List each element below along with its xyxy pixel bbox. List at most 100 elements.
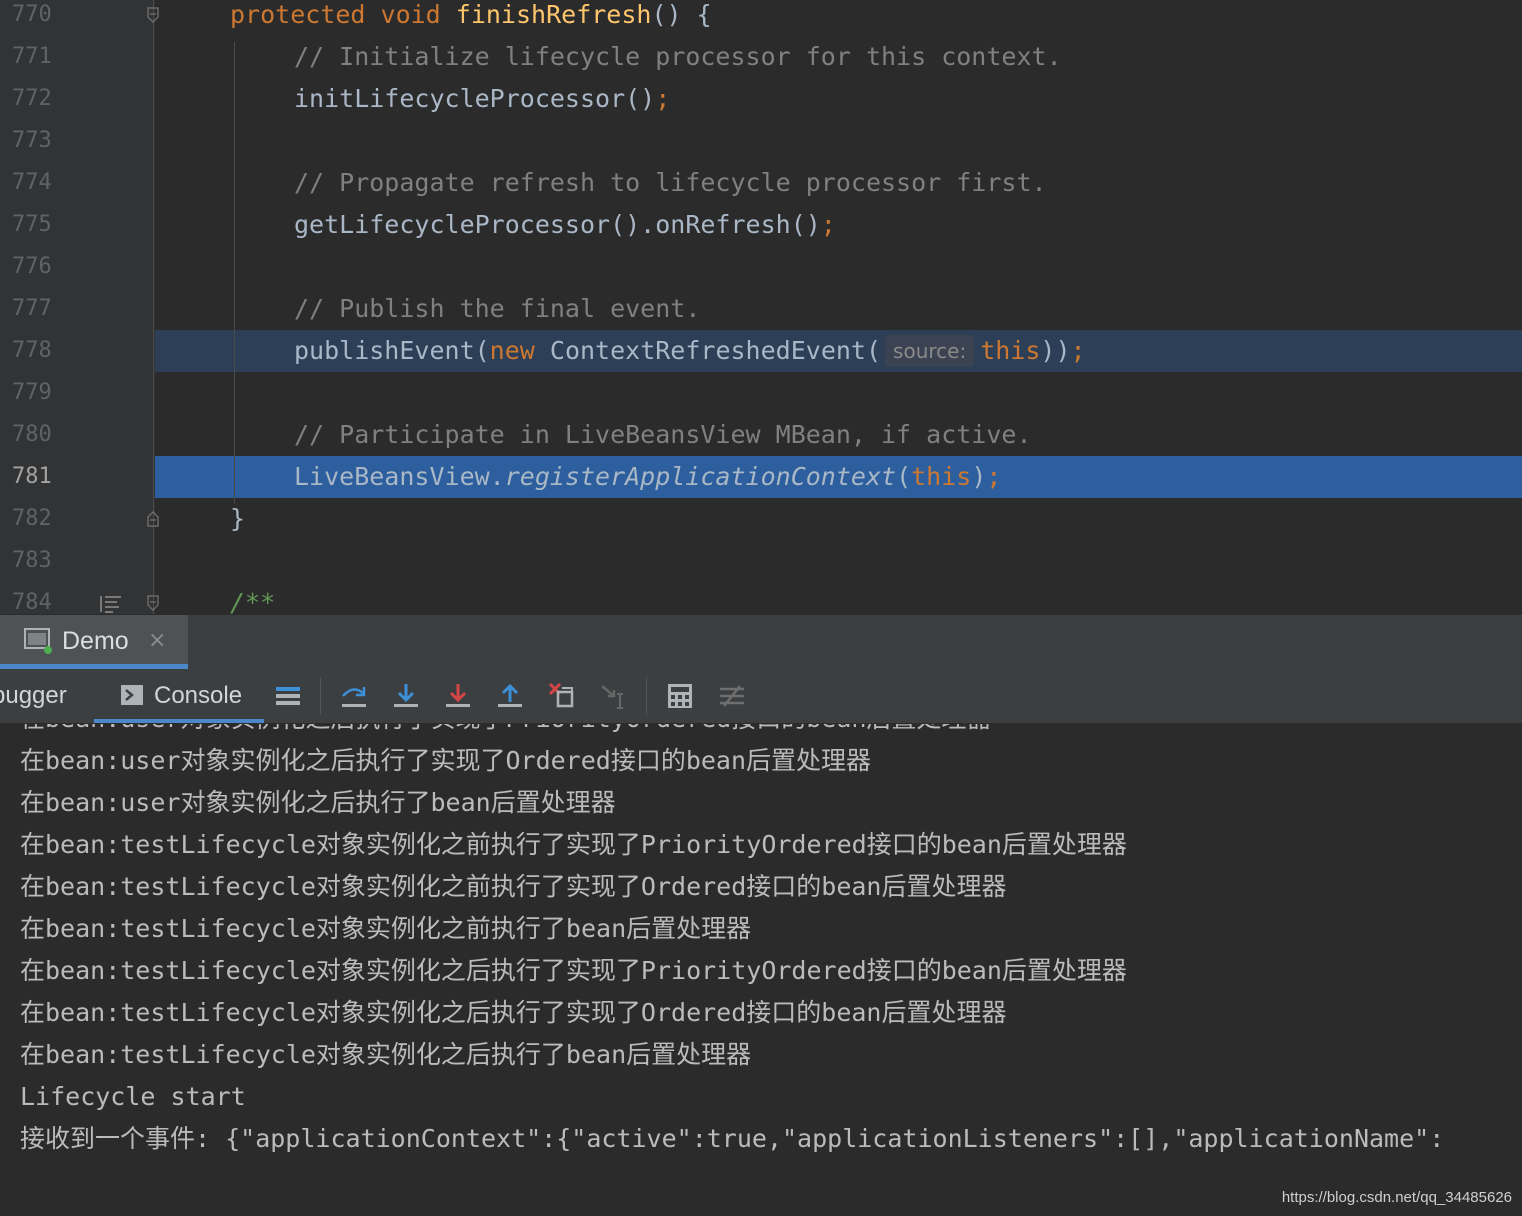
execution-point-line[interactable]: 778 publishEvent(new ContextRefreshedEve… <box>0 330 1522 372</box>
line-number: 771 <box>12 44 52 69</box>
fold-marker-icon[interactable] <box>145 7 161 23</box>
step-over-icon[interactable] <box>340 682 368 710</box>
code-line[interactable]: 780 // Participate in LiveBeansView MBea… <box>0 414 1522 456</box>
line-number: 784 <box>12 590 52 614</box>
console-line: Lifecycle start <box>20 1082 246 1111</box>
tab-demo-label: Demo <box>62 627 129 655</box>
code-token: void <box>380 0 456 29</box>
code-token: ; <box>820 210 836 239</box>
run-to-cursor-icon <box>600 682 628 710</box>
code-token: } <box>230 504 246 533</box>
toolbar-separator <box>320 677 321 715</box>
code-line[interactable]: 775 getLifecycleProcessor().onRefresh(); <box>0 204 1522 246</box>
line-number: 779 <box>12 380 52 405</box>
code-editor[interactable]: 770 protected void finishRefresh() { 771… <box>0 0 1522 614</box>
code-token: publishEvent( <box>294 336 490 365</box>
line-number: 774 <box>12 170 52 195</box>
code-token: // Initialize lifecycle processor for th… <box>294 42 1062 71</box>
evaluate-expression-icon[interactable] <box>666 682 694 710</box>
code-text: // Publish the final event. <box>294 288 700 330</box>
code-token: () { <box>651 0 712 29</box>
code-token: new <box>489 336 550 365</box>
code-token: protected <box>230 0 381 29</box>
line-number: 783 <box>12 548 52 573</box>
code-token: ContextRefreshedEvent( <box>549 336 882 365</box>
code-text: LiveBeansView.registerApplicationContext… <box>294 456 1001 498</box>
console-icon <box>120 673 144 705</box>
line-number: 775 <box>12 212 52 237</box>
line-number: 777 <box>12 296 52 321</box>
run-tab-bar: Demo × <box>0 614 1522 670</box>
code-line[interactable]: 783 <box>0 540 1522 582</box>
indent-guide <box>234 42 235 504</box>
code-token: // Publish the final event. <box>294 294 701 323</box>
active-tab-indicator <box>94 719 264 723</box>
code-token: ; <box>655 84 671 113</box>
code-line[interactable]: 782 } <box>0 498 1522 540</box>
force-step-into-icon[interactable] <box>444 682 472 710</box>
code-token: ( <box>896 462 912 491</box>
code-text: /** <box>230 582 275 614</box>
fold-marker-icon[interactable] <box>145 511 161 527</box>
code-token: ) <box>971 462 987 491</box>
step-out-icon[interactable] <box>496 682 524 710</box>
line-number: 781 <box>12 464 52 489</box>
line-number: 776 <box>12 254 52 279</box>
console-line: 在bean:user对象实例化之后执行了实现了Ordered接口的bean后置处… <box>20 746 872 775</box>
code-line[interactable]: 772 initLifecycleProcessor(); <box>0 78 1522 120</box>
console-line: 在bean:testLifecycle对象实例化之后执行了实现了Priority… <box>20 956 1127 985</box>
render-doc-icon[interactable] <box>98 594 124 614</box>
code-line[interactable]: 773 <box>0 120 1522 162</box>
code-line[interactable]: 784 /** <box>0 582 1522 614</box>
code-text: // Propagate refresh to lifecycle proces… <box>294 162 1047 204</box>
code-token: finishRefresh <box>455 0 652 29</box>
code-text: // Participate in LiveBeansView MBean, i… <box>294 414 1032 456</box>
code-line[interactable]: 779 <box>0 372 1522 414</box>
code-line[interactable]: 771 // Initialize lifecycle processor fo… <box>0 36 1522 78</box>
line-number: 782 <box>12 506 52 531</box>
code-token: ; <box>1070 336 1086 365</box>
code-token: ; <box>986 462 1002 491</box>
line-number: 773 <box>12 128 52 153</box>
code-token: this <box>911 462 972 491</box>
code-line[interactable]: 777 // Publish the final event. <box>0 288 1522 330</box>
code-token: initLifecycleProcessor() <box>294 84 656 113</box>
close-tab-icon[interactable]: × <box>148 615 166 667</box>
line-number: 778 <box>12 338 52 363</box>
code-token: this <box>980 336 1041 365</box>
watermark: https://blog.csdn.net/qq_34485626 <box>1281 1189 1512 1206</box>
code-token: // Participate in LiveBeansView MBean, i… <box>294 420 1032 449</box>
code-token: /** <box>230 588 276 614</box>
console-line: 在bean:testLifecycle对象实例化之前执行了实现了Priority… <box>20 830 1127 859</box>
tab-console-label: Console <box>154 682 243 709</box>
console-line: 在bean:testLifecycle对象实例化之后执行了实现了Ordered接… <box>20 998 1007 1027</box>
show-frames-icon[interactable] <box>274 682 302 710</box>
console-line: 在bean:user对象实例化之后执行了实现了PriorityOrdered接口… <box>20 724 991 740</box>
step-into-icon[interactable] <box>392 682 420 710</box>
tab-debugger[interactable]: bugger <box>0 669 67 723</box>
code-text: getLifecycleProcessor().onRefresh(); <box>294 204 836 246</box>
fold-marker-icon[interactable] <box>145 595 161 611</box>
current-line[interactable]: 781 LiveBeansView.registerApplicationCon… <box>0 456 1522 498</box>
tab-demo[interactable]: Demo × <box>0 615 188 669</box>
parameter-hint: source: <box>885 335 975 367</box>
code-text: } <box>230 498 245 540</box>
tab-console[interactable]: Console <box>120 669 242 723</box>
code-token: LiveBeansView. <box>294 462 505 491</box>
toolbar-separator <box>646 677 647 715</box>
code-line[interactable]: 774 // Propagate refresh to lifecycle pr… <box>0 162 1522 204</box>
drop-frame-icon[interactable] <box>548 682 576 710</box>
line-number: 780 <box>12 422 52 447</box>
console-line: 在bean:user对象实例化之后执行了bean后置处理器 <box>20 788 616 817</box>
code-line[interactable]: 776 <box>0 246 1522 288</box>
code-text: publishEvent(new ContextRefreshedEvent(s… <box>294 330 1086 372</box>
code-token: getLifecycleProcessor().onRefresh() <box>294 210 821 239</box>
console-output[interactable]: 在bean:user对象实例化之后执行了实现了PriorityOrdered接口… <box>0 724 1522 1216</box>
trace-stream-icon <box>718 682 746 710</box>
code-token: // Propagate refresh to lifecycle proces… <box>294 168 1047 197</box>
console-line: 在bean:testLifecycle对象实例化之后执行了bean后置处理器 <box>20 1040 752 1069</box>
code-text: initLifecycleProcessor(); <box>294 78 670 120</box>
debugger-toolbar: bugger Console <box>0 669 1522 724</box>
console-line: 在bean:testLifecycle对象实例化之前执行了实现了Ordered接… <box>20 872 1007 901</box>
code-line[interactable]: 770 protected void finishRefresh() { <box>0 0 1522 36</box>
